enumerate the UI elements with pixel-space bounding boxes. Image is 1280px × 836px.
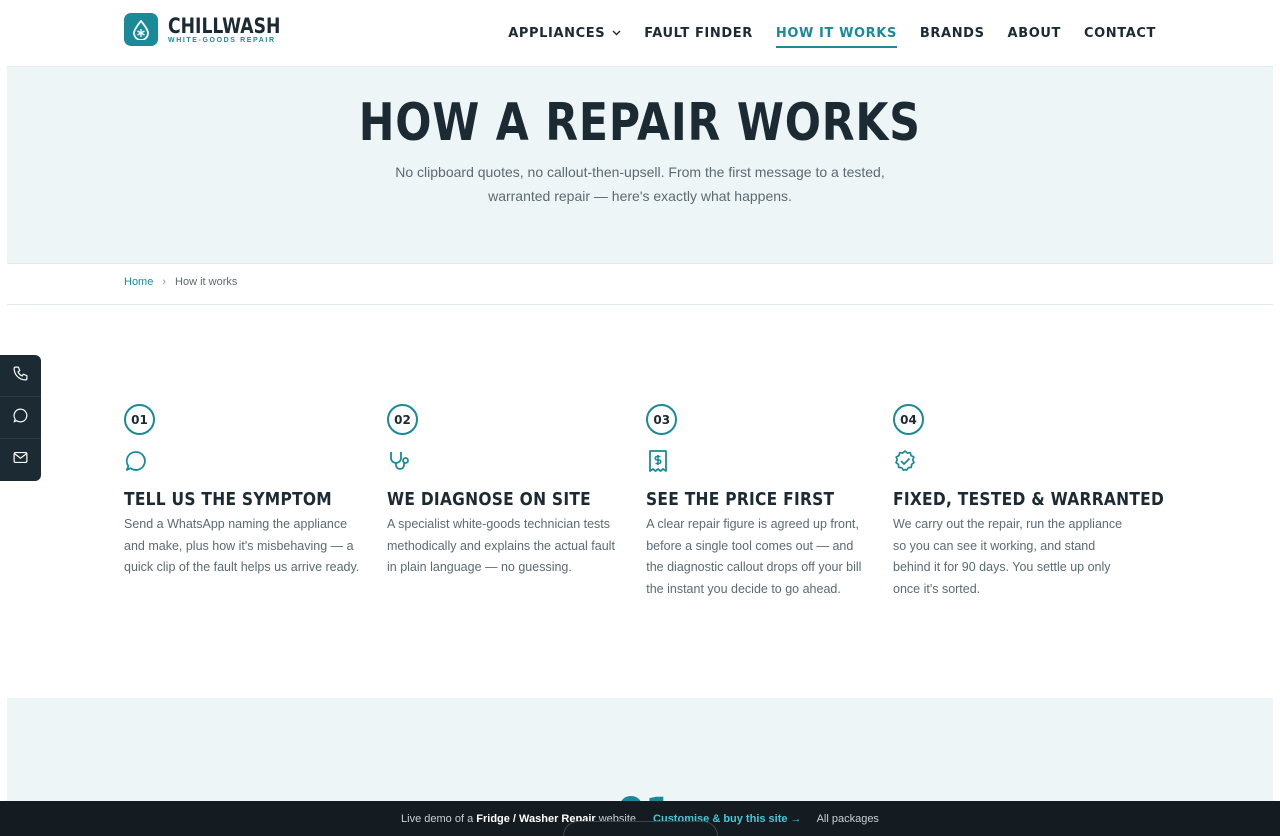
step-title: SEE THE PRICE FIRST — [646, 489, 835, 510]
divider — [7, 304, 1273, 305]
step-text: We carry out the repair, run the applian… — [893, 517, 1123, 596]
main-nav: APPLIANCES FAULT FINDER HOW IT WORKS BRA… — [485, 0, 1156, 66]
water-drop-snowflake-icon — [124, 13, 158, 46]
step-text: A clear repair figure is agreed up front… — [646, 517, 862, 596]
step-text: A specialist white-goods technician test… — [387, 517, 615, 574]
step-number: 01 — [124, 404, 155, 435]
nav-contact[interactable]: CONTACT — [1084, 0, 1156, 66]
nav-label: APPLIANCES — [508, 25, 606, 41]
step-number: 02 — [387, 404, 418, 435]
steps-grid: 01 TELL US THE SYMPTOM Send a WhatsApp n… — [124, 404, 1164, 600]
brand-name: CHILLWASH — [168, 14, 281, 38]
nav-label: ABOUT — [1007, 25, 1061, 41]
step-number: 03 — [646, 404, 678, 435]
hero-section: HOW A REPAIR WORKS No clipboard quotes, … — [7, 66, 1273, 264]
all-packages-link[interactable]: All packages — [817, 813, 879, 825]
step-number: 04 — [893, 404, 924, 435]
breadcrumb-home-link[interactable]: Home — [124, 276, 153, 288]
step-card: 04 FIXED, TESTED & WARRANTED We carry ou… — [893, 404, 1164, 600]
mail-icon — [12, 449, 29, 471]
nav-brands[interactable]: BRANDS — [920, 0, 985, 66]
breadcrumb-current: How it works — [175, 276, 238, 288]
dock-call-button[interactable] — [0, 355, 41, 397]
nav-fault-finder[interactable]: FAULT FINDER — [644, 0, 753, 66]
dock-whatsapp-button[interactable] — [0, 397, 41, 439]
breadcrumb-separator: › — [162, 276, 167, 288]
step-card: 02 WE DIAGNOSE ON SITE A specialist whit… — [387, 404, 646, 600]
brand-tagline: WHITE-GOODS REPAIR — [168, 37, 276, 44]
chat-icon — [12, 407, 29, 429]
nav-label: BRANDS — [919, 25, 985, 41]
phone-icon — [12, 365, 29, 387]
chat-bubble-icon — [124, 448, 365, 474]
site-header: CHILLWASH WHITE-GOODS REPAIR APPLIANCES … — [0, 0, 1280, 66]
breadcrumb: Home › How it works — [124, 276, 237, 288]
receipt-icon — [646, 448, 871, 474]
hero-subtitle: No clipboard quotes, no callout-then-ups… — [395, 164, 885, 204]
step-title: TELL US THE SYMPTOM — [124, 489, 332, 510]
step-title: FIXED, TESTED & WARRANTED — [893, 489, 1165, 510]
nav-appliances[interactable]: APPLIANCES — [508, 0, 621, 66]
step-card: 01 TELL US THE SYMPTOM Send a WhatsApp n… — [124, 404, 387, 600]
step-text: Send a WhatsApp naming the appliance and… — [124, 517, 360, 574]
step-card: 03 SEE THE PRICE FIRST A clear repair fi… — [646, 404, 893, 600]
contact-dock — [0, 355, 41, 481]
nav-how-it-works[interactable]: HOW IT WORKS — [775, 0, 897, 66]
page-title: HOW A REPAIR WORKS — [358, 93, 922, 153]
demo-prefix: Live demo of a — [401, 812, 474, 825]
nav-label: CONTACT — [1084, 25, 1156, 41]
logo[interactable]: CHILLWASH WHITE-GOODS REPAIR — [124, 13, 305, 46]
badge-check-icon — [893, 448, 1134, 474]
nav-label: FAULT FINDER — [644, 25, 753, 41]
dock-email-button[interactable] — [0, 439, 41, 481]
step-title: WE DIAGNOSE ON SITE — [387, 489, 592, 510]
nav-label: HOW IT WORKS — [775, 25, 897, 41]
chevron-down-icon — [612, 30, 621, 36]
stethoscope-icon — [387, 448, 624, 474]
nav-about[interactable]: ABOUT — [1008, 0, 1061, 66]
floating-toolbar[interactable] — [563, 821, 718, 836]
